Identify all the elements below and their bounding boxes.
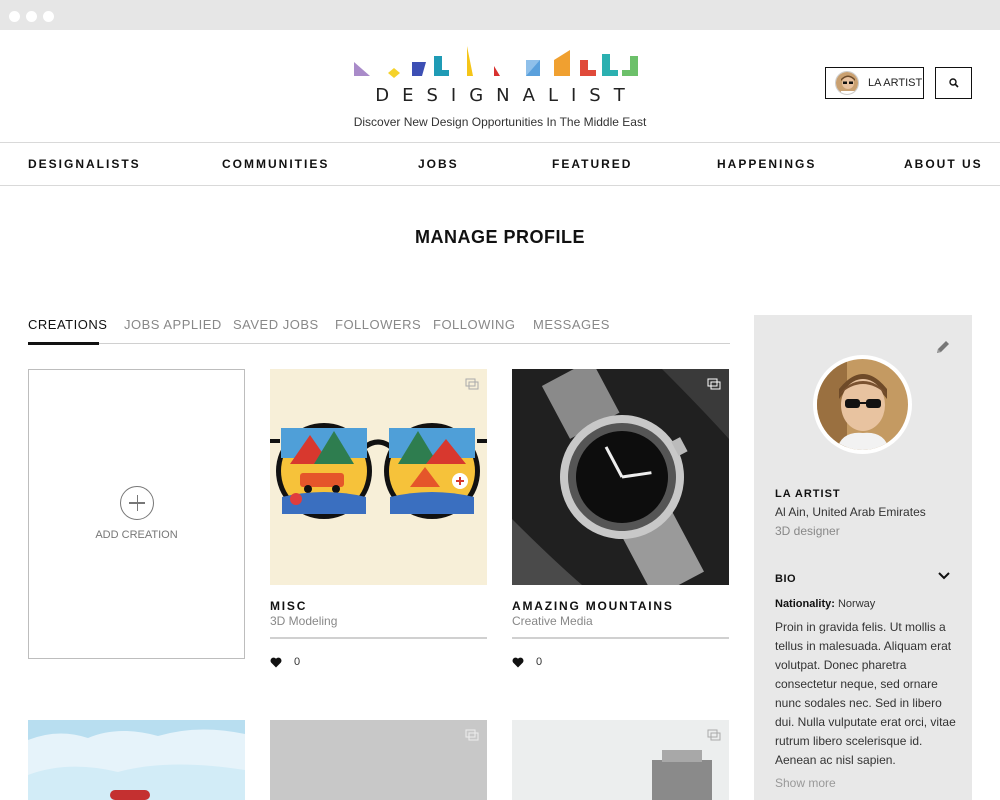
browser-chrome	[0, 0, 1000, 30]
heart-icon	[512, 657, 524, 667]
logo-wordmark: DESIGNALIST	[375, 85, 638, 106]
nationality-label: Nationality:	[775, 598, 835, 610]
nav-item-happenings[interactable]: HAPPENINGS	[717, 157, 816, 171]
tab-followers[interactable]: FOLLOWERS	[335, 317, 421, 332]
tab-saved-jobs[interactable]: SAVED JOBS	[233, 317, 319, 332]
clouds-artwork-image	[28, 720, 245, 800]
creation-thumbnail[interactable]	[270, 369, 487, 585]
like-count: 0	[536, 656, 543, 668]
page-title: MANAGE PROFILE	[414, 227, 585, 247]
gallery-icon	[707, 378, 721, 390]
nav-item-communities[interactable]: COMMUNITIES	[222, 157, 329, 171]
creation-category: Creative Media	[512, 614, 593, 628]
nationality-value: Norway	[837, 598, 876, 610]
nav-item-about-us[interactable]: ABOUT US	[904, 157, 983, 171]
site-tagline: Discover New Design Opportunities In The…	[353, 115, 647, 129]
plus-circle-icon	[120, 486, 154, 520]
profile-role: 3D designer	[775, 524, 840, 538]
nav-item-designalists[interactable]: DESIGNALISTS	[28, 157, 141, 171]
creation-thumbnail[interactable]	[28, 720, 245, 800]
creation-title[interactable]: MISC	[270, 599, 307, 613]
profile-tabs: CREATIONS JOBS APPLIED SAVED JOBS FOLLOW…	[28, 310, 730, 345]
user-account-button[interactable]: LA ARTIST	[825, 67, 924, 99]
heart-icon	[270, 657, 282, 667]
nationality: Nationality: Norway	[775, 598, 875, 610]
like-count: 0	[294, 656, 301, 668]
tab-messages[interactable]: MESSAGES	[533, 317, 610, 332]
site-logo[interactable]: DESIGNALIST Discover New Design Opportun…	[340, 46, 660, 136]
window-dot	[9, 11, 20, 22]
search-button[interactable]	[935, 67, 972, 99]
gallery-icon	[465, 378, 479, 390]
window-dot	[43, 11, 54, 22]
creation-category: 3D Modeling	[270, 614, 338, 628]
main-nav: DESIGNALISTS COMMUNITIES JOBS FEATURED H…	[0, 142, 1000, 186]
sunglasses-artwork-image	[270, 423, 487, 519]
profile-location: Al Ain, United Arab Emirates	[775, 505, 926, 519]
divider	[512, 637, 729, 639]
divider	[270, 637, 487, 639]
active-tab-indicator	[28, 342, 99, 345]
profile-sidebar: LA ARTIST Al Ain, United Arab Emirates 3…	[754, 315, 972, 800]
window-dot	[26, 11, 37, 22]
like-control[interactable]: 0	[270, 656, 300, 668]
gallery-icon	[707, 729, 721, 741]
nav-item-featured[interactable]: FEATURED	[552, 157, 632, 171]
bio-text: Proin in gravida felis. Ut mollis a tell…	[775, 620, 956, 767]
chevron-down-icon[interactable]	[938, 572, 950, 580]
avatar	[817, 359, 908, 450]
profile-name: LA ARTIST	[775, 488, 841, 500]
logo-shapes-icon	[354, 46, 638, 78]
show-more-link[interactable]: Show more	[775, 776, 836, 790]
add-creation-label: ADD CREATION	[95, 529, 178, 541]
bio-heading: BIO	[775, 573, 797, 585]
tab-following[interactable]: FOLLOWING	[433, 317, 516, 332]
gallery-icon	[465, 729, 479, 741]
pencil-icon[interactable]	[934, 338, 952, 356]
profile-photo	[813, 355, 912, 454]
watch-photo-image	[512, 369, 729, 585]
creation-title[interactable]: AMAZING MOUNTAINS	[512, 599, 674, 613]
building-photo-image	[512, 720, 729, 800]
tab-creations[interactable]: CREATIONS	[28, 317, 107, 332]
avatar	[835, 71, 859, 95]
creation-thumbnail[interactable]	[512, 720, 729, 800]
search-icon	[948, 78, 959, 88]
like-control[interactable]: 0	[512, 656, 542, 668]
tab-jobs-applied[interactable]: JOBS APPLIED	[124, 317, 222, 332]
creation-thumbnail[interactable]	[270, 720, 487, 800]
user-name-label: LA ARTIST	[868, 77, 923, 89]
add-creation-card[interactable]: ADD CREATION	[28, 369, 245, 659]
nav-item-jobs[interactable]: JOBS	[418, 157, 459, 171]
creation-thumbnail[interactable]	[512, 369, 729, 585]
